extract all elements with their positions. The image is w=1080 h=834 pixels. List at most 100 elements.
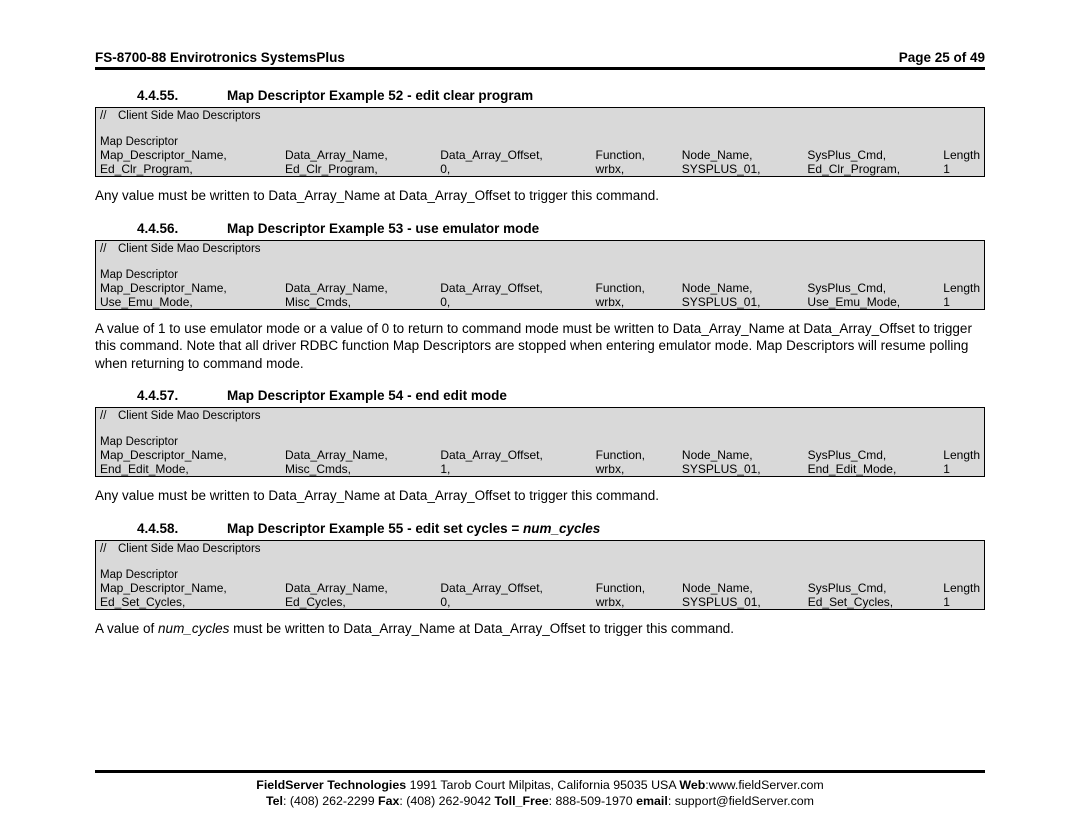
page-header: FS-8700-88 Envirotronics SystemsPlus Pag… bbox=[95, 50, 985, 70]
footer-tel: : (408) 262-2299 bbox=[283, 794, 378, 808]
table-cell: SYSPLUS_01, bbox=[678, 295, 804, 310]
table-comment: //Client Side Mao Descriptors bbox=[96, 108, 985, 137]
table-cell: SYSPLUS_01, bbox=[678, 462, 804, 477]
footer-fax-label: Fax bbox=[378, 794, 399, 808]
table-cell: Ed_Set_Cycles, bbox=[96, 595, 282, 610]
table-col-header: Length bbox=[939, 281, 984, 295]
table-col-header: Data_Array_Name, bbox=[281, 148, 436, 162]
table-cell: wrbx, bbox=[592, 595, 678, 610]
table-col-header: Node_Name, bbox=[678, 581, 804, 595]
table-cell: SYSPLUS_01, bbox=[678, 595, 804, 610]
section-title-text: Map Descriptor Example 55 - edit set cyc… bbox=[227, 521, 523, 536]
table-cell: Misc_Cmds, bbox=[281, 462, 436, 477]
table-subhead: Map Descriptor bbox=[96, 269, 985, 281]
table-col-header: Length bbox=[939, 448, 984, 462]
table-col-header: Function, bbox=[592, 581, 678, 595]
table-col-header: Data_Array_Offset, bbox=[436, 148, 591, 162]
table-col-header: Data_Array_Name, bbox=[281, 581, 436, 595]
descriptor-table: //Client Side Mao DescriptorsMap Descrip… bbox=[95, 540, 985, 610]
table-cell: 1, bbox=[436, 462, 591, 477]
comment-text: Client Side Mao Descriptors bbox=[118, 110, 261, 122]
table-cell: 1 bbox=[939, 595, 984, 610]
table-cell: wrbx, bbox=[592, 295, 678, 310]
footer-email: : support@fieldServer.com bbox=[668, 794, 814, 808]
section-number: 4.4.58. bbox=[137, 521, 227, 536]
table-subhead: Map Descriptor bbox=[96, 136, 985, 148]
table-comment: //Client Side Mao Descriptors bbox=[96, 540, 985, 569]
footer-line-2: Tel: (408) 262-2299 Fax: (408) 262-9042 … bbox=[95, 793, 985, 810]
section-heading: 4.4.57.Map Descriptor Example 54 - end e… bbox=[95, 388, 985, 403]
section-title-text: Map Descriptor Example 53 - use emulator… bbox=[227, 221, 539, 236]
comment-slashes: // bbox=[100, 243, 118, 255]
footer-web: :www.fieldServer.com bbox=[705, 778, 823, 792]
footer-web-label: Web bbox=[679, 778, 705, 792]
table-cell: 0, bbox=[436, 595, 591, 610]
comment-slashes: // bbox=[100, 110, 118, 122]
table-col-header: Data_Array_Name, bbox=[281, 281, 436, 295]
table-subhead: Map Descriptor bbox=[96, 569, 985, 581]
table-cell: 1 bbox=[939, 295, 984, 310]
footer-tollfree-label: Toll_Free bbox=[494, 794, 548, 808]
table-col-header: SysPlus_Cmd, bbox=[803, 148, 939, 162]
comment-text: Client Side Mao Descriptors bbox=[118, 543, 261, 555]
table-cell: 0, bbox=[436, 295, 591, 310]
comment-text: Client Side Mao Descriptors bbox=[118, 243, 261, 255]
table-cell: Misc_Cmds, bbox=[281, 295, 436, 310]
table-cell: 1 bbox=[939, 162, 984, 177]
table-cell: End_Edit_Mode, bbox=[96, 462, 282, 477]
table-col-header: Node_Name, bbox=[678, 148, 804, 162]
section-heading: 4.4.56.Map Descriptor Example 53 - use e… bbox=[95, 221, 985, 236]
footer-line-1: FieldServer Technologies 1991 Tarob Cour… bbox=[95, 777, 985, 794]
comment-slashes: // bbox=[100, 410, 118, 422]
table-col-header: Length bbox=[939, 581, 984, 595]
table-col-header: Map_Descriptor_Name, bbox=[96, 581, 282, 595]
table-col-header: SysPlus_Cmd, bbox=[803, 281, 939, 295]
table-cell: Ed_Clr_Program, bbox=[803, 162, 939, 177]
descriptor-table: //Client Side Mao DescriptorsMap Descrip… bbox=[95, 407, 985, 477]
table-cell: wrbx, bbox=[592, 462, 678, 477]
table-col-header: Map_Descriptor_Name, bbox=[96, 448, 282, 462]
section-title-text: Map Descriptor Example 52 - edit clear p… bbox=[227, 88, 533, 103]
descriptor-table: //Client Side Mao DescriptorsMap Descrip… bbox=[95, 240, 985, 310]
table-cell: End_Edit_Mode, bbox=[804, 462, 940, 477]
descriptor-table: //Client Side Mao DescriptorsMap Descrip… bbox=[95, 107, 985, 177]
section-heading: 4.4.58.Map Descriptor Example 55 - edit … bbox=[95, 521, 985, 536]
table-cell: SYSPLUS_01, bbox=[678, 162, 804, 177]
section-heading: 4.4.55.Map Descriptor Example 52 - edit … bbox=[95, 88, 985, 103]
footer-tollfree: : 888-509-1970 bbox=[549, 794, 637, 808]
table-col-header: Function, bbox=[592, 281, 678, 295]
table-cell: Ed_Clr_Program, bbox=[281, 162, 436, 177]
para-prefix: A value of bbox=[95, 621, 158, 636]
comment-text: Client Side Mao Descriptors bbox=[118, 410, 261, 422]
table-col-header: Node_Name, bbox=[678, 448, 804, 462]
section-paragraph: Any value must be written to Data_Array_… bbox=[95, 487, 985, 505]
comment-slashes: // bbox=[100, 543, 118, 555]
table-col-header: Map_Descriptor_Name, bbox=[96, 281, 281, 295]
page-footer: FieldServer Technologies 1991 Tarob Cour… bbox=[95, 770, 985, 810]
table-col-header: Data_Array_Name, bbox=[281, 448, 436, 462]
footer-fax: : (408) 262-9042 bbox=[399, 794, 494, 808]
table-cell: Use_Emu_Mode, bbox=[96, 295, 281, 310]
table-subhead: Map Descriptor bbox=[96, 436, 985, 448]
table-col-header: Length bbox=[939, 148, 984, 162]
table-cell: Ed_Cycles, bbox=[281, 595, 436, 610]
footer-tel-label: Tel bbox=[266, 794, 283, 808]
table-cell: Ed_Clr_Program, bbox=[96, 162, 281, 177]
section-paragraph: Any value must be written to Data_Array_… bbox=[95, 187, 985, 205]
table-col-header: SysPlus_Cmd, bbox=[804, 581, 940, 595]
footer-company: FieldServer Technologies bbox=[256, 778, 406, 792]
footer-email-label: email bbox=[636, 794, 668, 808]
table-cell: 1 bbox=[939, 462, 984, 477]
table-comment: //Client Side Mao Descriptors bbox=[96, 240, 985, 269]
table-cell: wrbx, bbox=[592, 162, 678, 177]
para-text: Any value must be written to Data_Array_… bbox=[95, 488, 659, 503]
section-title-italic: num_cycles bbox=[523, 521, 600, 536]
section-title-text: Map Descriptor Example 54 - end edit mod… bbox=[227, 388, 507, 403]
table-col-header: Function, bbox=[592, 148, 678, 162]
footer-address: 1991 Tarob Court Milpitas, California 95… bbox=[406, 778, 679, 792]
para-italic: num_cycles bbox=[158, 621, 229, 636]
section-number: 4.4.55. bbox=[137, 88, 227, 103]
table-comment: //Client Side Mao Descriptors bbox=[96, 408, 985, 437]
table-cell: Ed_Set_Cycles, bbox=[804, 595, 940, 610]
table-col-header: Data_Array_Offset, bbox=[436, 448, 591, 462]
